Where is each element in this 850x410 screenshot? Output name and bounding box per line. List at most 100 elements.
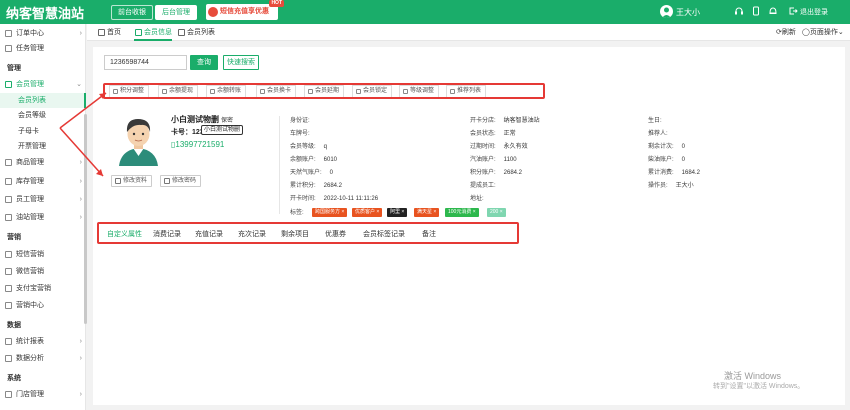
sms-promo-button[interactable]: 短信充值享优惠 HOT — [206, 0, 284, 20]
card-label: 卡号： — [171, 129, 192, 136]
logout-icon[interactable] — [787, 6, 798, 17]
circle-icon: ◯ — [802, 29, 810, 36]
phone-number: 13997721591 — [175, 140, 225, 149]
field-plate: 车牌号: — [290, 131, 310, 137]
sidebar-item-wechat[interactable]: 微信营销 — [0, 264, 86, 279]
tab-front-cashier[interactable]: 前台收银 — [111, 5, 153, 20]
field-status: 会员状态: 正常 — [470, 131, 516, 137]
field-operator: 操作员: 王大小 — [648, 183, 694, 189]
app-logo: 纳客智慧油站 — [6, 6, 85, 21]
member-avatar — [111, 110, 166, 166]
chevron-right-icon: › — [79, 338, 82, 345]
quick-search-button[interactable]: 快速搜索 — [223, 55, 259, 70]
field-remaining-times: 剩余计次: 0 — [648, 144, 686, 150]
tab-member-info[interactable]: 会员信息 — [134, 24, 172, 41]
sidebar-item-label: 支付宝营销 — [16, 285, 51, 292]
field-gas-account: 天然气账户: 0 — [290, 170, 334, 176]
member-tag: 满天星 × — [414, 208, 440, 217]
task-icon — [5, 45, 12, 52]
name-tooltip: 小白测试物删 — [201, 125, 244, 135]
sidebar-item-station[interactable]: 油站管理 › — [0, 210, 86, 225]
search-input[interactable]: 1236598744 — [104, 55, 187, 70]
field-open-time: 开卡时间: 2022-10-11 11:11:26 — [290, 196, 379, 202]
sidebar-item-reports[interactable]: 统计报表 › — [0, 334, 86, 349]
lock-icon — [164, 178, 170, 184]
mobile-icon[interactable] — [750, 6, 761, 17]
tab-label: 首页 — [107, 29, 121, 36]
store-icon — [5, 391, 12, 398]
top-bar: 纳客智慧油站 前台收银 后台管理 短信充值享优惠 HOT 王大小 退出登录 — [0, 0, 850, 24]
field-points-account: 积分账户: 2684.2 — [470, 170, 523, 176]
page-ops-button[interactable]: ◯页面操作⌄ — [802, 24, 844, 41]
member-tag: 优质客户 × — [352, 208, 383, 217]
goods-icon — [5, 159, 12, 166]
sidebar-item-stores[interactable]: 门店管理 › — [0, 387, 86, 402]
member-phone[interactable]: ▯13997721591 — [171, 140, 224, 149]
refresh-button[interactable]: ⟳刷新 — [776, 24, 796, 41]
member-name: 小白测试物删 — [171, 115, 219, 124]
annotation-box-actions — [103, 83, 545, 99]
tab-home[interactable]: 首页 — [97, 24, 121, 41]
edit-icon — [115, 178, 121, 184]
wechat-icon — [5, 268, 12, 275]
page-tab-bar: 首页 会员信息 会员列表 ⟳刷新 ◯页面操作⌄ — [87, 24, 850, 41]
sidebar-item-label: 统计报表 — [16, 338, 44, 345]
sidebar-item-stock[interactable]: 库存管理 › — [0, 174, 86, 189]
chevron-right-icon: › — [79, 391, 82, 398]
sidebar-item-members[interactable]: 会员管理 ⌄ — [0, 77, 86, 92]
sidebar-sub-member-list[interactable]: 会员列表 — [0, 93, 86, 108]
sidebar-item-label: 商品管理 — [16, 159, 44, 166]
sidebar-item-goods[interactable]: 商品管理 › — [0, 155, 86, 170]
sidebar-item-label: 油站管理 — [16, 214, 44, 221]
staff-icon — [5, 196, 12, 203]
headset-icon[interactable] — [733, 6, 744, 17]
field-level: 会员等级: q — [290, 144, 328, 150]
sidebar-item-sms[interactable]: 短信营销 — [0, 247, 86, 262]
sidebar-sub-member-levels[interactable]: 会员等级 — [0, 108, 86, 123]
pwd-label: 修改密码 — [172, 178, 197, 184]
order-icon — [5, 30, 12, 37]
sidebar-item-label: 短信营销 — [16, 251, 44, 258]
sidebar-item-analysis[interactable]: 数据分析 › — [0, 351, 86, 366]
sms-icon — [5, 251, 12, 258]
logout-button[interactable]: 退出登录 — [800, 7, 828, 17]
user-avatar[interactable] — [660, 5, 673, 18]
profile-divider — [279, 116, 280, 214]
edit-label: 修改资料 — [123, 178, 148, 184]
sidebar-item-label: 会员管理 — [16, 81, 44, 88]
sidebar-sub-invoice[interactable]: 开票管理 — [0, 139, 86, 154]
member-gender: 保密 — [221, 118, 234, 124]
sidebar-item-label: 门店管理 — [16, 391, 44, 398]
sidebar-item-label: 微信营销 — [16, 268, 44, 275]
sidebar-section-manage: 管理 — [7, 65, 21, 72]
query-button[interactable]: 查询 — [190, 55, 218, 70]
sidebar-item-label: 员工管理 — [16, 196, 44, 203]
sidebar-section-marketing: 营销 — [7, 234, 21, 241]
marketing-icon — [5, 302, 12, 309]
field-expire: 过期时间: 永久有效 — [470, 144, 528, 150]
bell-icon[interactable] — [767, 6, 778, 17]
field-open-store: 开卡分店: 纳客智慧油站 — [470, 118, 540, 124]
sidebar-item-label: 数据分析 — [16, 355, 44, 362]
tab-label: 会员信息 — [144, 29, 172, 36]
sidebar-item-marketing-center[interactable]: 营销中心 — [0, 298, 86, 313]
sidebar-item-alipay[interactable]: 支付宝营销 — [0, 281, 86, 296]
promo-label: 短信充值享优惠 — [220, 8, 269, 15]
tab-backend-admin[interactable]: 后台管理 — [155, 5, 197, 20]
user-name[interactable]: 王大小 — [676, 7, 700, 18]
sidebar-sub-child-card[interactable]: 子母卡 — [0, 124, 86, 139]
sidebar-item-tasks[interactable]: 任务管理 — [0, 41, 86, 56]
sidebar-item-orders[interactable]: 订单中心 › — [0, 26, 86, 41]
sidebar: 订单中心 › 任务管理 管理 会员管理 ⌄ 会员列表 会员等级 子母卡 开票管理 商… — [0, 24, 87, 410]
refresh-label: 刷新 — [781, 29, 796, 36]
sidebar-scrollbar[interactable] — [84, 114, 87, 324]
change-password-button[interactable]: 修改密码 — [160, 175, 202, 187]
edit-profile-button[interactable]: 修改资料 — [111, 175, 153, 187]
tags-label: 标签: — [290, 210, 304, 216]
member-card-number: 卡号：123 — [171, 127, 204, 137]
sidebar-item-label: 订单中心 — [16, 30, 44, 37]
chevron-right-icon: › — [79, 355, 82, 362]
sidebar-item-staff[interactable]: 员工管理 › — [0, 192, 86, 207]
home-icon — [98, 29, 105, 36]
tab-member-list[interactable]: 会员列表 — [177, 24, 215, 41]
